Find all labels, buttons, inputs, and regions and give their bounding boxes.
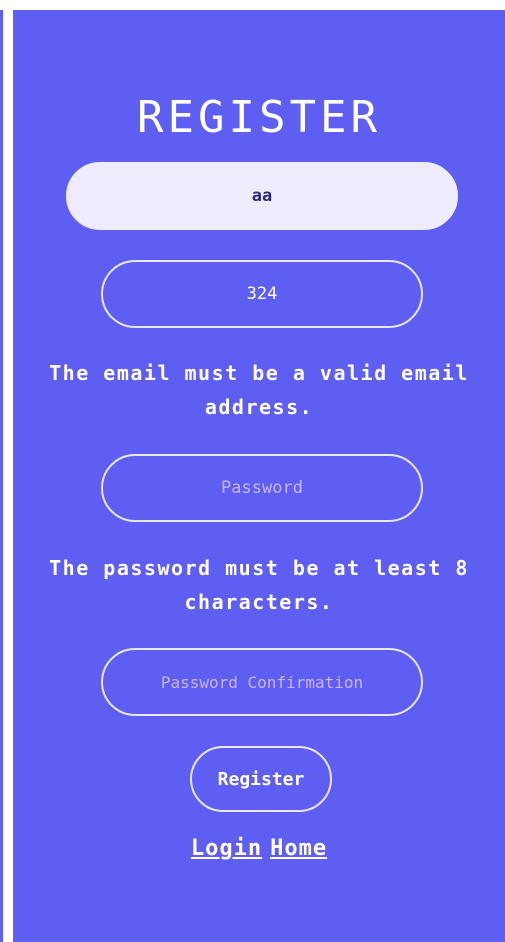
email-error-message: The email must be a valid email address. bbox=[49, 361, 469, 419]
password-field[interactable] bbox=[101, 454, 423, 522]
page-title: REGISTER bbox=[137, 92, 381, 143]
footer-links: Login Home bbox=[13, 836, 505, 861]
register-panel: REGISTER The email must be a valid email… bbox=[13, 10, 505, 942]
email-field[interactable] bbox=[66, 162, 458, 230]
left-edge-strip bbox=[0, 10, 3, 942]
name-field[interactable] bbox=[101, 260, 423, 328]
login-link[interactable]: Login bbox=[191, 836, 262, 861]
page-frame: REGISTER The email must be a valid email… bbox=[0, 0, 505, 942]
password-error-message: The password must be at least 8 characte… bbox=[49, 556, 469, 614]
password-confirmation-field[interactable] bbox=[101, 648, 423, 716]
home-link[interactable]: Home bbox=[270, 836, 327, 861]
register-button[interactable]: Register bbox=[190, 746, 332, 812]
